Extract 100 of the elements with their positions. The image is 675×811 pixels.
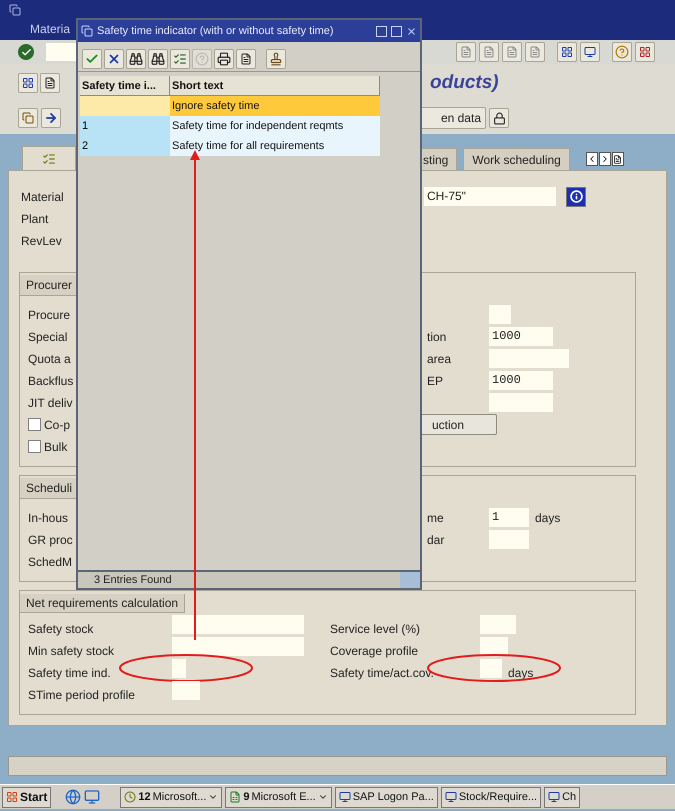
- field-label: Safety time/act.cov.: [330, 664, 435, 682]
- taskbar-button[interactable]: Ch: [544, 786, 580, 808]
- tab[interactable]: Work scheduling: [463, 148, 570, 170]
- field-label: Bulk: [44, 438, 68, 456]
- check-icon: [85, 52, 99, 66]
- checkbox[interactable]: [28, 440, 41, 453]
- confirm-button[interactable]: [82, 48, 102, 68]
- field-label: me: [427, 510, 444, 524]
- scroll-right-button[interactable]: [598, 152, 611, 166]
- help-button[interactable]: [391, 26, 402, 36]
- printer-icon: [217, 52, 231, 66]
- list-row[interactable]: 2 Safety time for all requirements: [80, 136, 380, 156]
- lock-icon: [492, 112, 506, 124]
- group-title: Net requirements calculation: [20, 594, 186, 613]
- column-header[interactable]: Short text: [170, 76, 380, 95]
- field-label: Backflus: [28, 372, 74, 390]
- input-field[interactable]: [480, 615, 516, 634]
- input-field[interactable]: 1000: [489, 327, 553, 346]
- find-next-button[interactable]: [148, 48, 168, 68]
- input-field[interactable]: [489, 393, 553, 412]
- next-button[interactable]: [41, 108, 61, 128]
- page-icon: [529, 46, 541, 58]
- cancel-button[interactable]: [104, 48, 124, 68]
- checklist-icon: [42, 152, 56, 166]
- input-field[interactable]: [172, 615, 304, 634]
- field-label: Special: [28, 328, 68, 346]
- field-label: Procure: [28, 306, 70, 324]
- input-field[interactable]: [480, 659, 502, 678]
- table-cell-text: Safety time for independent reqmts: [171, 119, 344, 134]
- desktop-icon[interactable]: [84, 789, 100, 805]
- restore-button[interactable]: [376, 26, 387, 36]
- document-button[interactable]: [236, 48, 256, 68]
- input-field[interactable]: 1000: [489, 371, 553, 390]
- list-row[interactable]: Ignore safety time: [80, 96, 380, 116]
- taskbar-button[interactable]: 9 Microsoft E...: [225, 786, 332, 808]
- field-label: Co-p: [44, 416, 70, 434]
- field-label: Material: [20, 188, 65, 206]
- field-label: In-hous: [28, 510, 68, 526]
- field-label: Coverage profile: [330, 642, 420, 660]
- checkbox[interactable]: [28, 418, 41, 431]
- browser-icon[interactable]: [65, 789, 82, 805]
- input-field[interactable]: [172, 681, 200, 700]
- find-button[interactable]: [126, 48, 146, 68]
- clock-icon: [124, 791, 136, 803]
- field-label: Plant: [20, 210, 50, 228]
- shortcut-button[interactable]: [580, 42, 600, 62]
- grid-icon: [639, 46, 651, 58]
- checklist-icon: [173, 52, 187, 66]
- field-label: Service level (%): [330, 620, 422, 638]
- grid-icon: [22, 77, 34, 89]
- document-icon: [240, 52, 252, 64]
- previous-page-button[interactable]: [479, 42, 499, 62]
- next-page-button[interactable]: [502, 42, 522, 62]
- organization-button[interactable]: [18, 108, 38, 128]
- unit-label: days: [535, 510, 560, 526]
- start-button[interactable]: Start: [2, 786, 52, 808]
- lock-button[interactable]: [489, 108, 509, 128]
- resize-grip-icon[interactable]: [400, 572, 420, 588]
- last-page-button[interactable]: [525, 42, 545, 62]
- first-page-button[interactable]: [456, 42, 476, 62]
- info-button[interactable]: [566, 186, 586, 206]
- document-button[interactable]: [40, 73, 60, 93]
- grid-icon: [561, 46, 573, 58]
- help-button[interactable]: [612, 42, 632, 62]
- field-label: Safety time ind.: [27, 664, 112, 682]
- window-icon: [81, 25, 93, 37]
- page-icon: [506, 46, 518, 58]
- table-cell: 1: [82, 120, 88, 132]
- input-field[interactable]: 1: [489, 508, 529, 527]
- layout-button[interactable]: [635, 42, 655, 62]
- stamp-icon: [269, 52, 283, 66]
- input-field[interactable]: [172, 637, 304, 656]
- tab[interactable]: [22, 146, 76, 170]
- print-button[interactable]: [214, 48, 234, 68]
- list-row[interactable]: 1 Safety time for independent reqmts: [80, 116, 380, 136]
- unit-label: days: [508, 664, 534, 682]
- display-button[interactable]: [18, 73, 38, 93]
- input-field[interactable]: [172, 659, 186, 678]
- column-header[interactable]: Safety time i...: [80, 76, 170, 95]
- new-session-button[interactable]: [557, 42, 577, 62]
- input-field[interactable]: [480, 637, 508, 656]
- close-icon[interactable]: [406, 26, 417, 36]
- taskbar-button[interactable]: Stock/Require...: [440, 786, 542, 808]
- taskbar-button[interactable]: SAP Logon Pa...: [334, 786, 438, 808]
- select-button[interactable]: [170, 48, 190, 68]
- monitor-icon: [548, 791, 560, 803]
- input-field[interactable]: [489, 349, 569, 368]
- window-icon: [9, 4, 21, 16]
- enter-button[interactable]: [18, 44, 34, 60]
- input-field[interactable]: [489, 530, 529, 549]
- scroll-left-button[interactable]: [586, 152, 598, 166]
- tab-list-button[interactable]: [612, 152, 624, 166]
- monitor-icon: [584, 46, 596, 58]
- field-label: EP: [427, 374, 444, 388]
- input-field[interactable]: CH-75": [424, 187, 556, 206]
- stamp-button[interactable]: [266, 48, 286, 68]
- menu-item[interactable]: Materia: [30, 20, 70, 38]
- command-field[interactable]: [46, 43, 76, 61]
- input-field[interactable]: [489, 305, 511, 324]
- taskbar-button[interactable]: 12 Microsoft...: [120, 786, 222, 808]
